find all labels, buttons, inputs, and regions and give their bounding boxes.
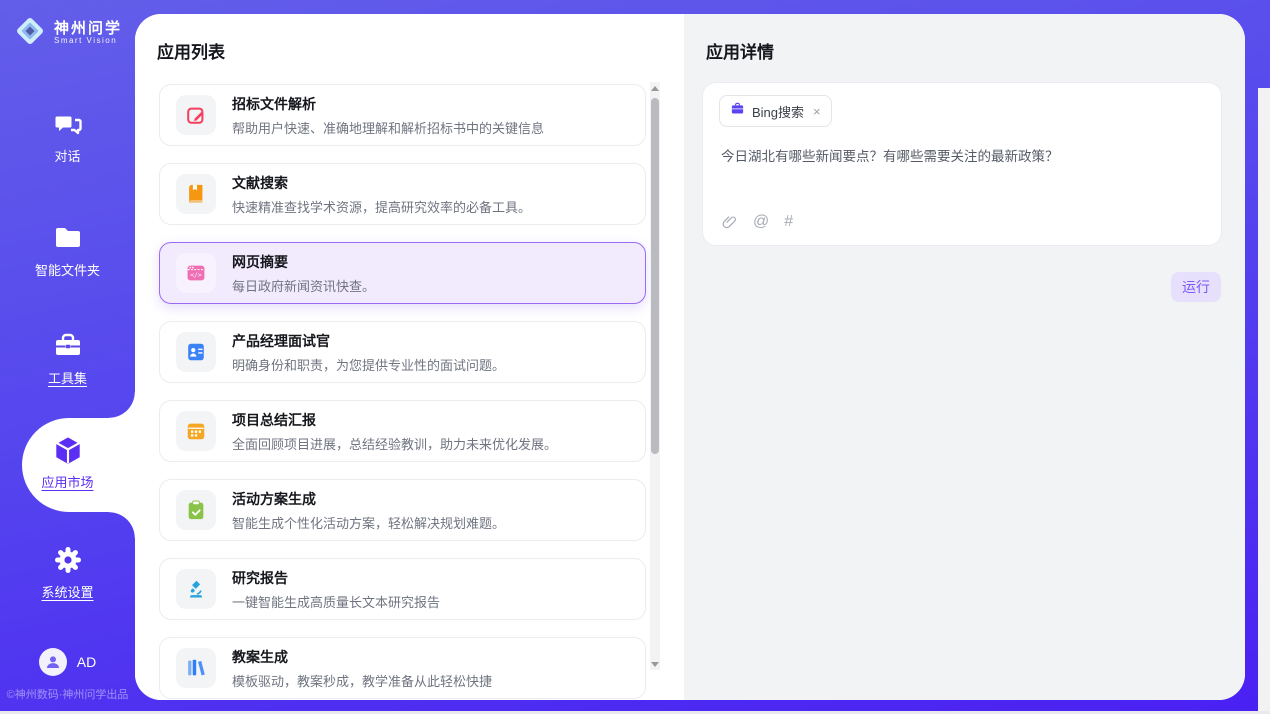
brand-text: 神州问学 Smart Vision [54,21,122,46]
app-card-desc: 明确身份和职责，为您提供专业性的面试问题。 [232,355,505,374]
prompt-input[interactable]: 今日湖北有哪些新闻要点？有哪些需要关注的最新政策？ [721,147,1203,167]
app-card-desc: 帮助用户快速、准确地理解和解析招标书中的关键信息 [232,118,544,137]
app-card-title: 网页摘要 [232,252,375,272]
app-card-text: 产品经理面试官 明确身份和职责，为您提供专业性的面试问题。 [232,331,505,374]
book-icon [176,174,216,214]
tool-tag-bing-search[interactable]: Bing搜索 × [719,95,832,127]
window-edge-right [1258,88,1270,711]
app-card[interactable]: 项目总结汇报 全面回顾项目进展，总结经验教训，助力未来优化发展。 [159,400,646,462]
sidebar-item-label: 应用市场 [41,472,93,491]
microscope-icon [176,569,216,609]
app-list-scrollbar[interactable] [650,82,660,670]
app-card[interactable]: 教案生成 模板驱动，教案秒成，教学准备从此轻松快捷 [159,637,646,699]
briefcase-icon [730,101,745,121]
sidebar-item-label: 系统设置 [41,582,93,601]
brand-logo: 神州问学 Smart Vision [0,14,135,53]
app-card-desc: 每日政府新闻资讯快查。 [232,276,375,295]
folder-icon [52,222,84,254]
cube-icon [51,434,85,466]
sidebar-item-label: 工具集 [48,368,87,387]
clipboard-check-icon [176,490,216,530]
app-card-title: 活动方案生成 [232,489,505,509]
sidebar-item-4[interactable]: 应用市场 [0,434,135,491]
app-card-desc: 全面回顾项目进展，总结经验教训，助力未来优化发展。 [232,434,557,453]
prompt-card: Bing搜索 × 今日湖北有哪些新闻要点？有哪些需要关注的最新政策？ @# [702,82,1222,246]
run-button[interactable]: 运行 [1171,272,1221,302]
brand-name: 神州问学 [54,21,122,38]
tool-tag-label: Bing搜索 [752,102,804,121]
app-card-text: 招标文件解析 帮助用户快速、准确地理解和解析招标书中的关键信息 [232,94,544,137]
tool-tag-close-icon[interactable]: × [813,104,821,119]
edit-square-icon [176,95,216,135]
svg-text:</>: </> [190,271,202,279]
app-card-title: 教案生成 [232,647,492,667]
sidebar-item-2[interactable]: 智能文件夹 [0,222,135,279]
browser-code-icon: </> [176,253,216,293]
app-card-text: 活动方案生成 智能生成个性化活动方案，轻松解决规划难题。 [232,489,505,532]
app-card-text: 研究报告 一键智能生成高质量长文本研究报告 [232,568,440,611]
scrollbar-down-arrow[interactable] [650,658,660,670]
app-card-desc: 一键智能生成高质量长文本研究报告 [232,592,440,611]
gear-icon [52,544,84,576]
toolbox-icon [52,330,84,362]
app-card-desc: 快速精准查找学术资源，提高研究效率的必备工具。 [232,197,531,216]
app-card-text: 文献搜索 快速精准查找学术资源，提高研究效率的必备工具。 [232,173,531,216]
sidebar-item-5[interactable]: 系统设置 [0,544,135,601]
sidebar-item-3[interactable]: 工具集 [0,330,135,387]
app-card[interactable]: 活动方案生成 智能生成个性化活动方案，轻松解决规划难题。 [159,479,646,541]
sidebar: 神州问学 Smart Vision 对话 智能文件夹 工具集 应用市场 系统设置… [0,0,135,714]
app-card[interactable]: 招标文件解析 帮助用户快速、准确地理解和解析招标书中的关键信息 [159,84,646,146]
app-card-title: 招标文件解析 [232,94,544,114]
sidebar-item-1[interactable]: 对话 [0,108,135,165]
attachment-toolbar: @# [721,213,793,231]
content-area: 应用列表 招标文件解析 帮助用户快速、准确地理解和解析招标书中的关键信息 文献搜… [135,14,1245,700]
app-card-text: 项目总结汇报 全面回顾项目进展，总结经验教训，助力未来优化发展。 [232,410,557,453]
user-avatar-icon [39,648,67,676]
app-detail-title: 应用详情 [706,38,774,63]
app-card-desc: 智能生成个性化活动方案，轻松解决规划难题。 [232,513,505,532]
calendar-icon [176,411,216,451]
app-card[interactable]: 文献搜索 快速精准查找学术资源，提高研究效率的必备工具。 [159,163,646,225]
at-icon[interactable]: @ [753,213,769,231]
app-card-text: 教案生成 模板驱动，教案秒成，教学准备从此轻松快捷 [232,647,492,690]
app-card-title: 产品经理面试官 [232,331,505,351]
app-card-text: 网页摘要 每日政府新闻资讯快查。 [232,252,375,295]
app-card[interactable]: </> 网页摘要 每日政府新闻资讯快查。 [159,242,646,304]
app-card-list: 招标文件解析 帮助用户快速、准确地理解和解析招标书中的关键信息 文献搜索 快速精… [159,84,646,700]
chat-icon [52,108,84,140]
app-card-title: 文献搜索 [232,173,531,193]
user-name: AD [77,654,96,670]
sidebar-item-label: 对话 [54,146,80,165]
brand-diamond-icon [13,14,47,53]
app-card[interactable]: 产品经理面试官 明确身份和职责，为您提供专业性的面试问题。 [159,321,646,383]
resume-icon [176,332,216,372]
app-card-title: 研究报告 [232,568,440,588]
hash-icon[interactable]: # [784,213,793,231]
app-card[interactable]: 研究报告 一键智能生成高质量长文本研究报告 [159,558,646,620]
app-list-panel: 应用列表 招标文件解析 帮助用户快速、准确地理解和解析招标书中的关键信息 文献搜… [135,14,684,700]
scrollbar-thumb[interactable] [651,98,659,454]
user-account[interactable]: AD [0,648,135,676]
app-list-title: 应用列表 [157,38,225,63]
sidebar-item-label: 智能文件夹 [35,260,100,279]
app-card-title: 项目总结汇报 [232,410,557,430]
app-detail-panel: 应用详情 Bing搜索 × 今日湖北有哪些新闻要点？有哪些需要关注的最新政策？ … [684,14,1245,700]
books-icon [176,648,216,688]
copyright-text: ©神州数码·神州问学出品 [0,686,135,702]
paperclip-icon[interactable] [721,214,738,231]
app-card-desc: 模板驱动，教案秒成，教学准备从此轻松快捷 [232,671,492,690]
brand-subtitle: Smart Vision [54,37,122,46]
scrollbar-up-arrow[interactable] [650,82,660,94]
